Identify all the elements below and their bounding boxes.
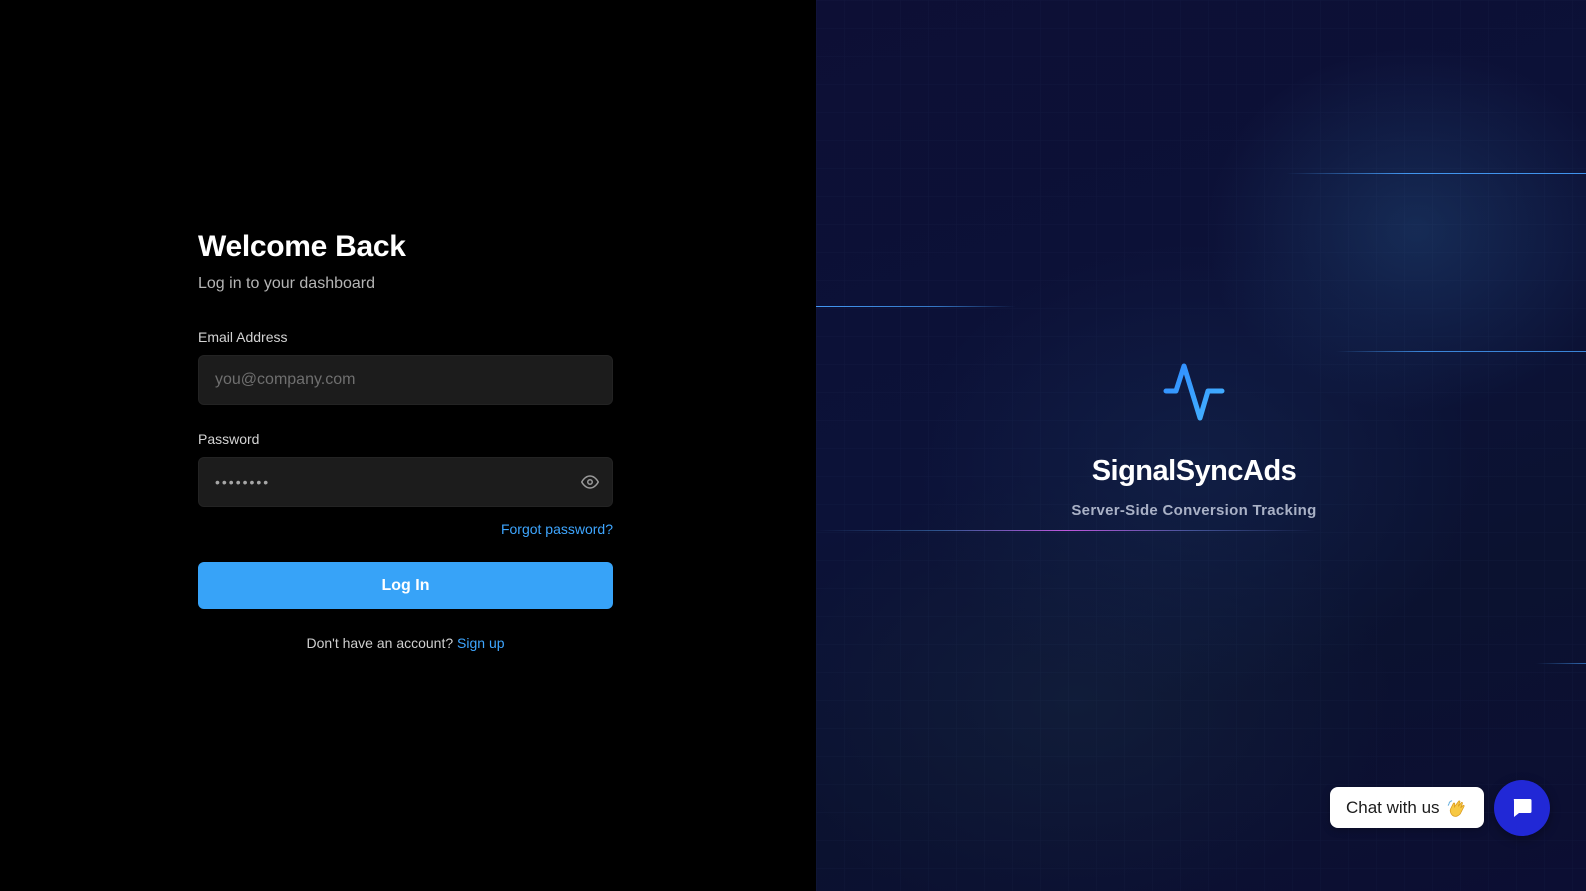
brand-name: SignalSyncAds	[1091, 455, 1297, 487]
chat-with-us-bubble[interactable]: Chat with us	[1330, 787, 1484, 828]
signup-prompt: Don't have an account?	[306, 635, 454, 651]
page-subtitle: Log in to your dashboard	[198, 275, 376, 292]
password-field-container	[198, 457, 613, 507]
light-beam	[1536, 663, 1586, 664]
password-input[interactable]	[199, 458, 612, 506]
login-form: Welcome Back Log in to your dashboard Em…	[198, 228, 613, 653]
login-page: Welcome Back Log in to your dashboard Em…	[0, 0, 1586, 891]
forgot-password-row: Forgot password?	[198, 519, 613, 539]
password-label: Password	[198, 431, 260, 447]
page-title: Welcome Back	[198, 230, 406, 263]
brand-block: SignalSyncAds Server-Side Conversion Tra…	[816, 360, 1572, 521]
email-label: Email Address	[198, 329, 288, 345]
eye-icon[interactable]	[578, 470, 602, 494]
light-beam	[816, 530, 1316, 531]
login-panel: Welcome Back Log in to your dashboard Em…	[0, 0, 816, 891]
login-button[interactable]: Log In	[198, 562, 613, 609]
chat-launcher-button[interactable]	[1494, 780, 1550, 836]
forgot-password-link[interactable]: Forgot password?	[501, 521, 613, 537]
brand-panel: SignalSyncAds Server-Side Conversion Tra…	[816, 0, 1586, 891]
light-beam	[1286, 173, 1586, 174]
chat-bubble-label: Chat with us	[1346, 797, 1440, 817]
email-field-container	[198, 355, 613, 405]
chat-bubble-icon	[1513, 799, 1532, 817]
brand-tagline: Server-Side Conversion Tracking	[1071, 502, 1317, 519]
email-input[interactable]	[199, 356, 612, 404]
signup-link[interactable]: Sign up	[457, 635, 504, 651]
waving-hand-icon	[1447, 799, 1465, 817]
pulse-activity-icon	[1163, 363, 1225, 421]
light-beam	[816, 306, 1016, 307]
light-beam	[1336, 351, 1586, 352]
signup-row: Don't have an account? Sign up	[198, 633, 613, 653]
